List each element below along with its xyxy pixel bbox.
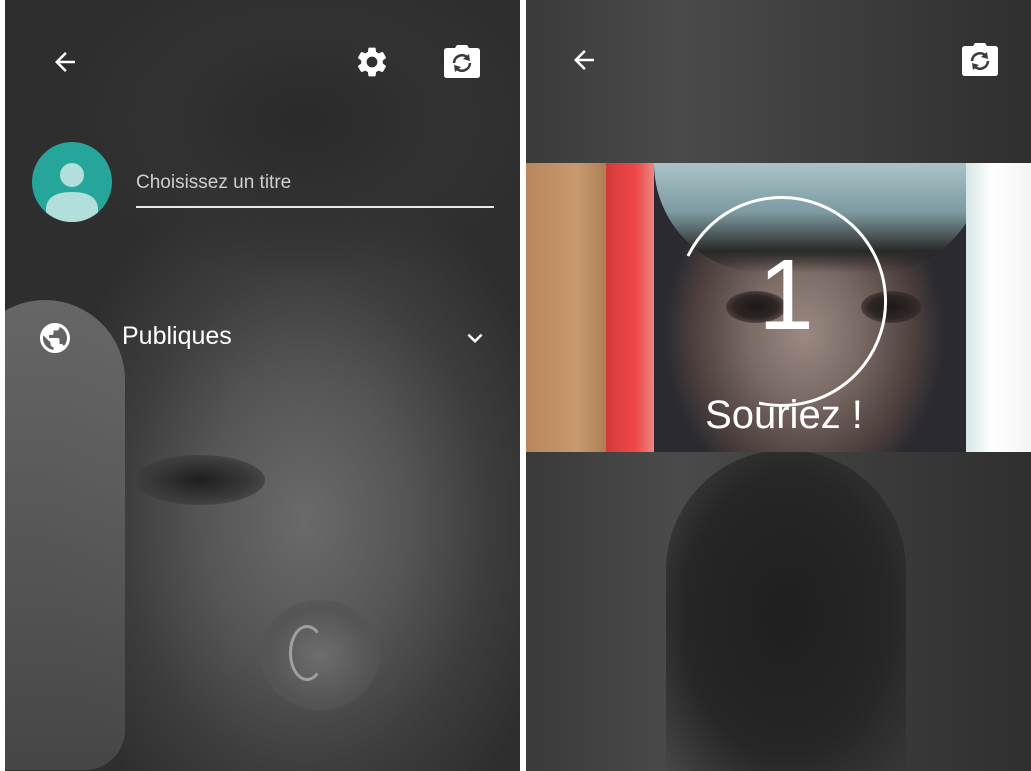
privacy-select-value[interactable]: Publiques — [122, 321, 232, 351]
arrow-back-icon — [55, 52, 75, 72]
right-screen: 1 Souriez ! — [526, 0, 1031, 771]
switch-camera-icon — [962, 43, 998, 76]
countdown-message: Souriez ! — [705, 393, 863, 437]
privacy-icon-wrapper[interactable] — [33, 316, 77, 360]
camera-background-hand — [5, 300, 125, 770]
switch-camera-button[interactable] — [440, 40, 484, 84]
preview-door — [526, 163, 611, 452]
left-screen: Publiques — [5, 0, 520, 771]
person-icon — [46, 163, 98, 222]
title-input[interactable] — [136, 160, 494, 208]
chevron-down-icon — [467, 333, 483, 343]
back-button[interactable] — [562, 38, 606, 82]
back-button[interactable] — [43, 40, 87, 84]
arrow-back-icon — [574, 50, 594, 70]
globe-icon — [40, 323, 70, 353]
switch-camera-icon — [444, 45, 480, 78]
countdown-number: 1 — [758, 239, 814, 351]
camera-background-nose-ring — [289, 625, 325, 681]
camera-background-silhouette — [666, 450, 906, 771]
camera-background-eye — [135, 455, 265, 505]
preview-window-light — [966, 163, 1031, 452]
gear-icon — [357, 47, 387, 77]
privacy-dropdown-button[interactable] — [453, 316, 497, 360]
settings-button[interactable] — [350, 40, 394, 84]
switch-camera-button[interactable] — [958, 38, 1002, 82]
avatar[interactable] — [32, 142, 112, 222]
